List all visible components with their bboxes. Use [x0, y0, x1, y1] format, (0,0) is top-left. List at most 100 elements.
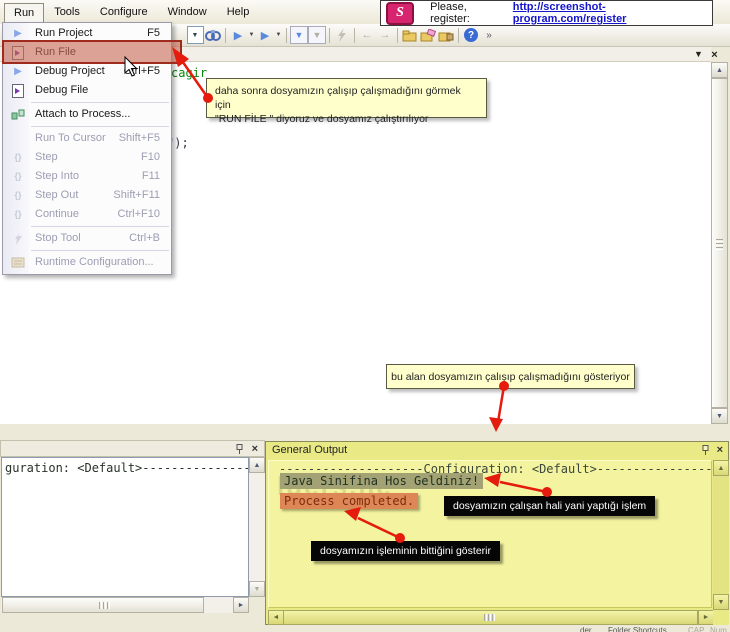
toolbar-overflow-icon[interactable]: » [480, 26, 498, 44]
continue-icon: {} [14, 209, 22, 219]
process-completed-highlight: Process completed. [280, 493, 419, 509]
runtime-config-icon [10, 253, 26, 272]
scrollbar-thumb[interactable] [283, 610, 698, 625]
welcome-output-highlight: Java Sinifina Hos Geldiniz! [280, 473, 484, 489]
run-file-callout: daha sonra dosyamızın çalışıp çalışmadığ… [206, 78, 487, 125]
toolbar-separator [225, 27, 226, 43]
toolbar-separator [458, 27, 459, 43]
menubar-item-tools[interactable]: Tools [44, 3, 90, 21]
scroll-up-icon[interactable]: ▲ [249, 457, 265, 473]
debug-project-icon: ▶ [14, 66, 22, 77]
scrollbar-corner [713, 610, 729, 625]
step-into-icon: {} [14, 171, 22, 181]
stop-icon[interactable] [333, 26, 351, 44]
close-panel-icon[interactable]: × [252, 444, 258, 455]
pin-icon[interactable] [235, 444, 244, 455]
menubar-item-configure[interactable]: Configure [90, 3, 158, 21]
step-out-icon: {} [14, 190, 22, 200]
scroll-down-icon[interactable]: ▼ [713, 594, 729, 610]
menu-item-debug-file[interactable]: Debug File [4, 81, 170, 100]
general-output-title: General Output [272, 444, 348, 456]
output-window-titlebar: × [0, 440, 265, 457]
output-horizontal-scrollbar[interactable]: ► [1, 597, 249, 613]
step-over-icon[interactable]: ▼ [290, 26, 308, 44]
menubar-item-help[interactable]: Help [217, 3, 260, 21]
scrollbar-thumb[interactable] [2, 597, 204, 613]
menu-separator [31, 126, 169, 127]
toolbar-separator [354, 27, 355, 43]
toolbar-separator [397, 27, 398, 43]
run-project-icon[interactable]: ▶ [229, 26, 247, 44]
menu-item-runtime-configuration[interactable]: Runtime Configuration... [4, 253, 170, 272]
help-icon[interactable]: ? [464, 28, 478, 42]
scroll-down-icon[interactable]: ▼ [711, 408, 728, 424]
menubar-item-run[interactable]: Run [4, 2, 45, 22]
scrollbar-thumb[interactable] [711, 78, 728, 408]
step-icon: {} [14, 152, 22, 162]
general-output-content: lders.ne --------------------Configurati… [268, 460, 712, 608]
menu-separator [31, 250, 169, 251]
debug-dropdown-icon[interactable]: ▼ [274, 26, 283, 44]
status-caps-indicator: CAP [688, 626, 705, 632]
menubar-item-window[interactable]: Window [158, 3, 217, 21]
stop-tool-icon [10, 229, 26, 248]
menu-item-attach-to-process[interactable]: Attach to Process... [4, 105, 170, 124]
output-text-fragment: guration: <Default>------------------- [5, 461, 249, 475]
status-num-indicator: Num [710, 626, 727, 632]
screenshot-program-logo: S [386, 1, 415, 25]
menu-item-debug-project[interactable]: ▶ Debug Project Ctrl+F5 [4, 62, 170, 81]
scroll-right-icon[interactable]: ► [233, 597, 249, 613]
run-dropdown-icon[interactable]: ▼ [247, 26, 256, 44]
run-file-highlight-box [2, 40, 182, 64]
scroll-up-icon[interactable]: ▲ [711, 62, 728, 78]
erase-history-icon[interactable] [419, 26, 437, 44]
menu-item-stop-tool[interactable]: Stop Tool Ctrl+B [4, 229, 170, 248]
scroll-up-icon[interactable]: ▲ [713, 460, 729, 476]
output-window-content: guration: <Default>------------------- [1, 457, 249, 597]
output-area-callout: bu alan dosyamızın çalışıp çalışmadığını… [386, 364, 635, 389]
general-output-horizontal-scrollbar[interactable]: ◄ ► [268, 610, 714, 625]
menu-separator [31, 226, 169, 227]
status-fragment: Folder Shortcuts [608, 626, 667, 632]
debug-project-icon[interactable]: ▶ [256, 26, 274, 44]
general-output-panel: General Output × lders.ne --------------… [265, 441, 729, 625]
status-fragment: der [580, 626, 592, 632]
close-panel-icon[interactable]: × [717, 445, 723, 456]
register-link[interactable]: http://screenshot-program.com/register [513, 1, 712, 25]
editor-vertical-scrollbar[interactable]: ▲ ▼ [711, 62, 728, 424]
toolbar-separator [329, 27, 330, 43]
scroll-right-icon[interactable]: ► [698, 610, 714, 625]
menu-item-step-into[interactable]: {} Step Into F11 [4, 167, 170, 186]
document-list-dropdown-icon[interactable]: ▼ [692, 49, 705, 59]
forward-icon[interactable]: → [376, 26, 394, 44]
close-document-icon[interactable]: × [708, 49, 721, 61]
scroll-left-icon[interactable]: ◄ [268, 610, 284, 625]
new-folder-icon[interactable] [401, 26, 419, 44]
code-fragment-comment: cagir [171, 66, 208, 80]
finished-state-callout: dosyamızın işleminin bittiğini gösterir [311, 541, 500, 561]
status-bar: der Folder Shortcuts CAP Num [0, 626, 730, 632]
attach-process-icon [10, 105, 26, 124]
menu-separator [31, 102, 169, 103]
running-state-callout: dosyamızın çalışan hali yani yaptığı işl… [444, 496, 656, 516]
general-output-vertical-scrollbar[interactable]: ▲ ▼ [713, 460, 729, 610]
step-out-toolbar-icon[interactable]: ▼ [308, 26, 326, 44]
toolbar-separator [286, 27, 287, 43]
pin-icon[interactable] [701, 445, 710, 456]
menu-item-step[interactable]: {} Step F10 [4, 148, 170, 167]
find-icon[interactable] [204, 26, 222, 44]
register-banner: S Please, register: http://screenshot-pr… [380, 0, 713, 26]
register-text: Please, register: [430, 1, 470, 25]
general-output-titlebar: General Output × [266, 442, 728, 459]
output-window-behind: × guration: <Default>-------------------… [0, 440, 265, 613]
menu-item-step-out[interactable]: {} Step Out Shift+F11 [4, 186, 170, 205]
menu-item-run-to-cursor[interactable]: Run To Cursor Shift+F5 [4, 129, 170, 148]
output-vertical-scrollbar[interactable]: ▲ ▼ [249, 457, 265, 597]
menu-item-continue[interactable]: {} Continue Ctrl+F10 [4, 205, 170, 224]
app-root: Run Tools Configure Window Help S Please… [0, 0, 730, 632]
configuration-combo-dropdown-icon[interactable]: ▼ [186, 26, 204, 44]
debug-file-icon [10, 81, 26, 100]
back-icon[interactable]: ← [358, 26, 376, 44]
package-folder-icon[interactable] [437, 26, 455, 44]
scroll-down-icon[interactable]: ▼ [249, 581, 265, 597]
